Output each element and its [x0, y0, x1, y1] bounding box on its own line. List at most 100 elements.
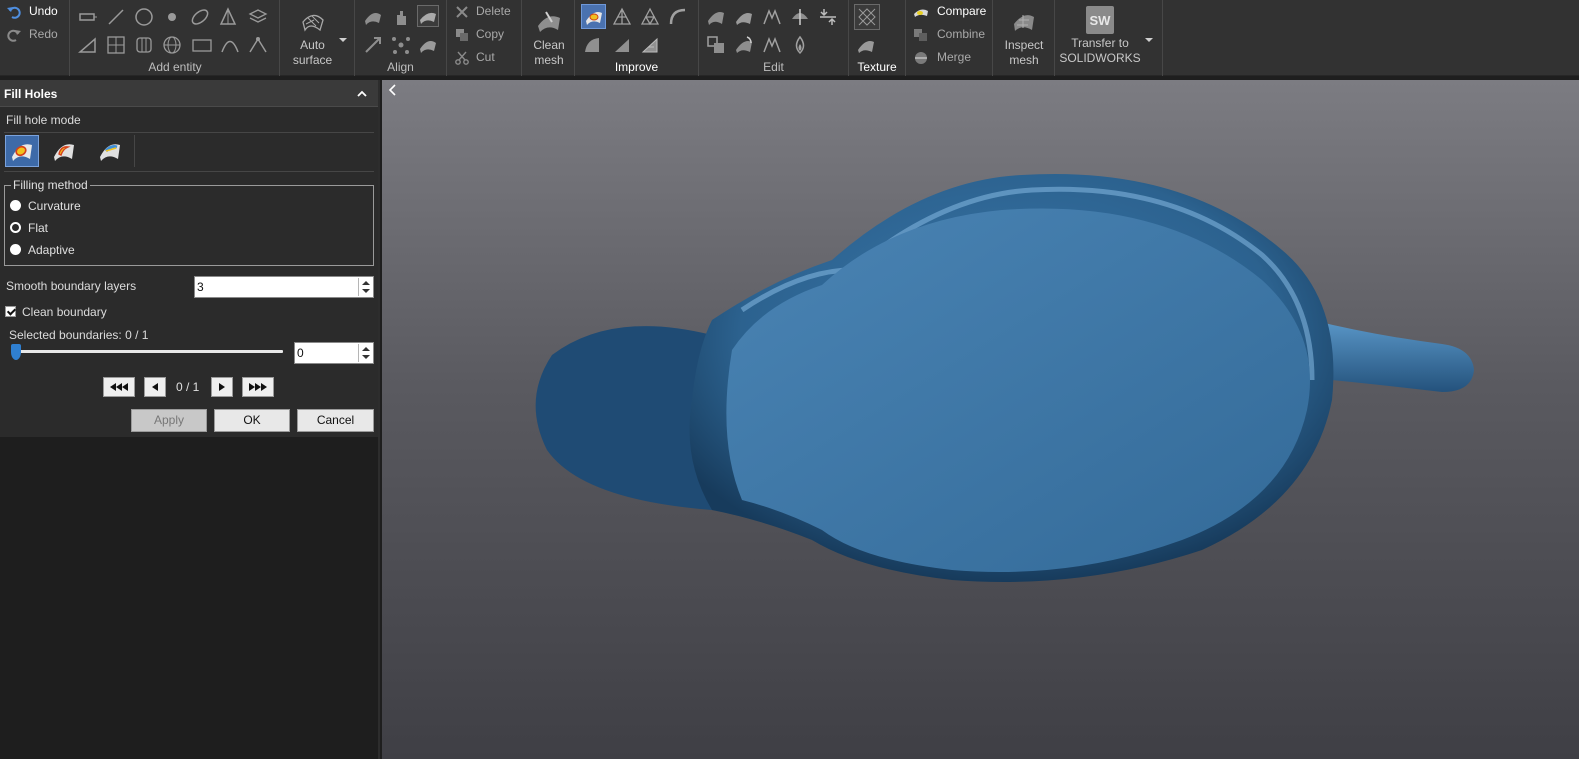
align-nodes-icon[interactable]	[390, 34, 412, 56]
boundary-slider-thumb[interactable]	[11, 344, 21, 360]
fill-partial-icon	[54, 144, 74, 161]
auto-surface-button[interactable]: Auto surface	[285, 6, 340, 68]
align-label: Align	[387, 60, 414, 74]
next-icon	[219, 383, 225, 391]
clipboard-group: Delete Copy Cut	[447, 0, 522, 76]
plane-angle-icon[interactable]	[77, 34, 99, 56]
rectangle-icon[interactable]	[191, 34, 213, 56]
cut-button[interactable]: Cut	[453, 49, 519, 67]
boundary-index-input[interactable]: 0	[294, 342, 374, 364]
layers-icon[interactable]	[247, 6, 269, 28]
compare-group: Compare Combine Merge	[906, 0, 993, 76]
edit-scale-icon[interactable]	[705, 34, 727, 56]
ok-button[interactable]: OK	[214, 409, 290, 432]
solidworks-logo-icon: SW	[1086, 6, 1114, 34]
align-group: Align	[355, 0, 447, 76]
3d-viewport[interactable]	[382, 80, 1579, 759]
radio-adaptive[interactable]	[10, 244, 21, 255]
line-icon[interactable]	[105, 6, 127, 28]
enhance-icon[interactable]	[581, 34, 603, 56]
edit-trim-icon[interactable]	[761, 6, 783, 28]
circle-icon[interactable]	[133, 6, 155, 28]
improve-group: Improve	[575, 0, 699, 76]
boundary-page-indicator: 0 / 1	[176, 380, 200, 394]
merge-button[interactable]: Merge	[910, 49, 990, 67]
ellipse-icon[interactable]	[189, 6, 211, 28]
compare-button[interactable]: Compare	[910, 3, 990, 21]
edit-surface-icon[interactable]	[705, 6, 727, 28]
undo-button[interactable]: Undo	[4, 3, 66, 21]
history-group: Undo Redo	[0, 0, 70, 76]
mode-fill-bridge-button[interactable]	[93, 135, 127, 167]
edit-offset-icon[interactable]	[817, 6, 839, 28]
align-box-icon[interactable]	[417, 5, 439, 27]
edit-thicken-icon[interactable]	[789, 34, 811, 56]
radio-curvature[interactable]	[10, 200, 21, 211]
optimize-icon[interactable]	[611, 34, 633, 56]
subdivide-icon[interactable]	[639, 6, 661, 28]
global-remesh-icon[interactable]	[639, 34, 661, 56]
cone-icon[interactable]	[217, 6, 239, 28]
align-surface-icon[interactable]	[362, 6, 384, 28]
align-arrow-icon[interactable]	[362, 34, 384, 56]
fill-holes-icon[interactable]	[581, 4, 606, 29]
smooth-boundary-layers-input[interactable]: 3	[194, 276, 374, 298]
filling-method-legend: Filling method	[11, 178, 90, 192]
edit-split-icon[interactable]	[789, 6, 811, 28]
align-hand-icon[interactable]	[390, 6, 412, 28]
curve-icon[interactable]	[219, 34, 241, 56]
spinner-arrows[interactable]	[358, 278, 372, 296]
point-icon[interactable]	[161, 6, 183, 28]
decimate-icon[interactable]	[611, 6, 633, 28]
inspect-mesh-button[interactable]: Inspect mesh	[997, 6, 1051, 68]
texture-grid-icon[interactable]	[854, 4, 880, 30]
redo-button[interactable]: Redo	[4, 26, 66, 44]
texture-mesh-icon[interactable]	[855, 34, 877, 56]
inspect-mesh-label-line1: Inspect	[1004, 38, 1044, 52]
merge-icon	[915, 52, 927, 64]
adaptive-label: Adaptive	[28, 243, 75, 257]
boundary-slider-track[interactable]	[12, 350, 283, 353]
spinner-arrows[interactable]	[358, 344, 372, 362]
apply-button[interactable]: Apply	[131, 409, 207, 432]
edit-label: Edit	[763, 60, 784, 74]
clean-boundary-checkbox[interactable]	[5, 306, 16, 317]
cylinder-icon[interactable]	[133, 34, 155, 56]
first-boundary-button[interactable]	[103, 377, 135, 397]
ribbon-toolbar: Undo Redo Add entity Auto surface Align …	[0, 0, 1579, 76]
collapse-chevron-up-icon[interactable]	[357, 89, 367, 99]
transfer-label-line2: SOLIDWORKS	[1059, 51, 1141, 65]
auto-surface-dropdown-icon[interactable]	[339, 38, 347, 42]
grid-icon[interactable]	[105, 34, 127, 56]
transfer-dropdown-icon[interactable]	[1145, 38, 1153, 42]
next-boundary-button[interactable]	[211, 377, 233, 397]
sphere-icon[interactable]	[161, 34, 183, 56]
selected-boundaries-label: Selected boundaries: 0 / 1	[9, 328, 149, 342]
sketch-icon[interactable]	[77, 6, 99, 28]
mesh-model[interactable]	[382, 80, 1579, 759]
clean-mesh-group: Clean mesh	[522, 0, 575, 76]
combine-button[interactable]: Combine	[910, 26, 990, 44]
clean-mesh-button[interactable]: Clean mesh	[524, 6, 574, 68]
fill-complete-icon	[12, 144, 32, 161]
panel-header: Fill Holes	[0, 80, 378, 107]
combine-label: Combine	[937, 27, 986, 41]
delete-button[interactable]: Delete	[453, 3, 519, 21]
mode-fill-complete-button[interactable]	[5, 135, 39, 167]
polyline-icon[interactable]	[247, 34, 269, 56]
align-mesh-icon[interactable]	[417, 34, 439, 56]
copy-button[interactable]: Copy	[453, 26, 519, 44]
cancel-button[interactable]: Cancel	[297, 409, 374, 432]
edit-rotate-icon[interactable]	[733, 34, 755, 56]
divider	[134, 135, 135, 167]
mode-fill-partial-button[interactable]	[47, 135, 81, 167]
last-boundary-button[interactable]	[242, 377, 274, 397]
previous-boundary-button[interactable]	[144, 377, 166, 397]
clean-boundary-label: Clean boundary	[22, 305, 107, 319]
smooth-icon[interactable]	[667, 6, 689, 28]
edit-mirror-icon[interactable]	[761, 34, 783, 56]
inspect-mesh-label-line2: mesh	[1009, 53, 1039, 67]
radio-flat[interactable]	[10, 222, 21, 233]
edit-deform-icon[interactable]	[733, 6, 755, 28]
transfer-to-solidworks-button[interactable]: SW Transfer to SOLIDWORKS	[1057, 6, 1143, 66]
